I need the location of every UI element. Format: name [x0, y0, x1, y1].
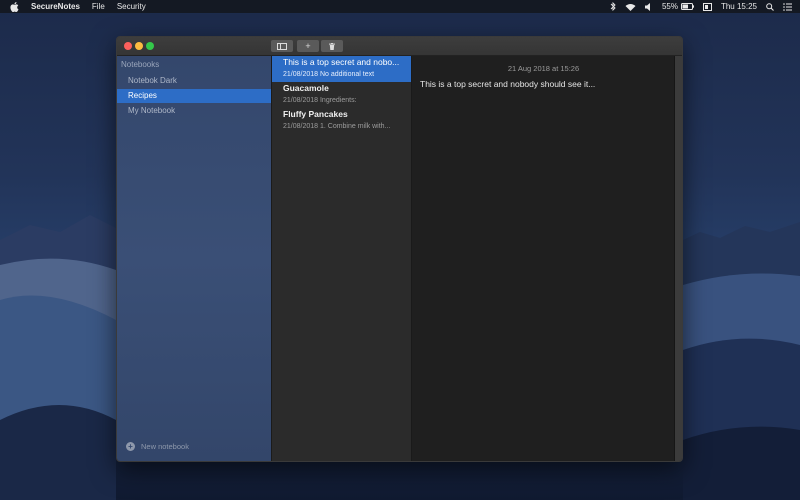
- minimize-window-button[interactable]: [135, 42, 143, 50]
- list-item[interactable]: This is a top secret and nobo... 21/08/2…: [272, 56, 411, 82]
- sidebar-item-recipes[interactable]: Recipes: [117, 89, 271, 103]
- sidebar-header: Notebooks: [121, 60, 160, 69]
- clock[interactable]: Thu 15:25: [721, 0, 757, 13]
- menu-app-name[interactable]: SecureNotes: [31, 0, 80, 13]
- sidebar-item-label: Recipes: [128, 91, 157, 100]
- delete-note-button[interactable]: [321, 40, 343, 52]
- volume-icon[interactable]: [644, 2, 653, 11]
- trash-icon: [329, 42, 335, 50]
- note-list: This is a top secret and nobo... 21/08/2…: [272, 56, 412, 461]
- sidebar-item-notebok-dark[interactable]: Notebok Dark: [117, 74, 271, 88]
- editor-scrollbar[interactable]: [674, 56, 682, 461]
- display-icon[interactable]: [702, 2, 712, 11]
- sidebar-item-label: My Notebook: [128, 106, 176, 115]
- list-item[interactable]: Guacamole 21/08/2018 Ingredients:: [272, 82, 411, 108]
- title-bar[interactable]: +: [117, 37, 682, 56]
- securenotes-window: + Notebooks Notebok Dark Recipes My Note…: [116, 36, 683, 462]
- apple-icon[interactable]: [10, 1, 19, 12]
- note-title: Guacamole: [283, 83, 329, 93]
- sidebar-item-label: Notebok Dark: [128, 76, 177, 85]
- menu-security[interactable]: Security: [117, 0, 146, 13]
- list-item[interactable]: Fluffy Pancakes 21/08/2018 1. Combine mi…: [272, 108, 411, 134]
- close-window-button[interactable]: [124, 42, 132, 50]
- note-body-text[interactable]: This is a top secret and nobody should s…: [420, 79, 595, 89]
- notebook-sidebar: Notebooks Notebok Dark Recipes My Notebo…: [117, 56, 272, 461]
- bluetooth-icon[interactable]: [610, 2, 616, 11]
- menu-bar: SecureNotes File Security 55% Thu 15:25: [0, 0, 800, 13]
- add-circle-icon: +: [126, 442, 135, 451]
- note-editor[interactable]: 21 Aug 2018 at 15:26 This is a top secre…: [412, 56, 675, 461]
- spotlight-search-icon[interactable]: [766, 2, 774, 11]
- menu-file[interactable]: File: [92, 0, 105, 13]
- note-preview: 21/08/2018 No additional text: [283, 71, 375, 78]
- note-date: 21 Aug 2018 at 15:26: [507, 64, 580, 73]
- toggle-sidebar-button[interactable]: [271, 40, 293, 52]
- note-preview: 21/08/2018 1. Combine milk with...: [283, 123, 391, 130]
- note-title: Fluffy Pancakes: [283, 109, 348, 119]
- battery-percent[interactable]: 55%: [662, 0, 678, 13]
- new-notebook-button[interactable]: + New notebook: [126, 442, 189, 451]
- sidebar-icon: [277, 42, 287, 50]
- notification-center-icon[interactable]: [783, 2, 792, 11]
- note-title: This is a top secret and nobo...: [283, 57, 400, 67]
- zoom-window-button[interactable]: [146, 42, 154, 50]
- add-note-button[interactable]: +: [297, 40, 319, 52]
- sidebar-item-my-notebook[interactable]: My Notebook: [117, 104, 271, 118]
- note-preview: 21/08/2018 Ingredients:: [283, 97, 357, 104]
- new-notebook-label: New notebook: [141, 442, 189, 451]
- battery-icon[interactable]: [680, 3, 694, 10]
- wifi-icon[interactable]: [625, 3, 636, 11]
